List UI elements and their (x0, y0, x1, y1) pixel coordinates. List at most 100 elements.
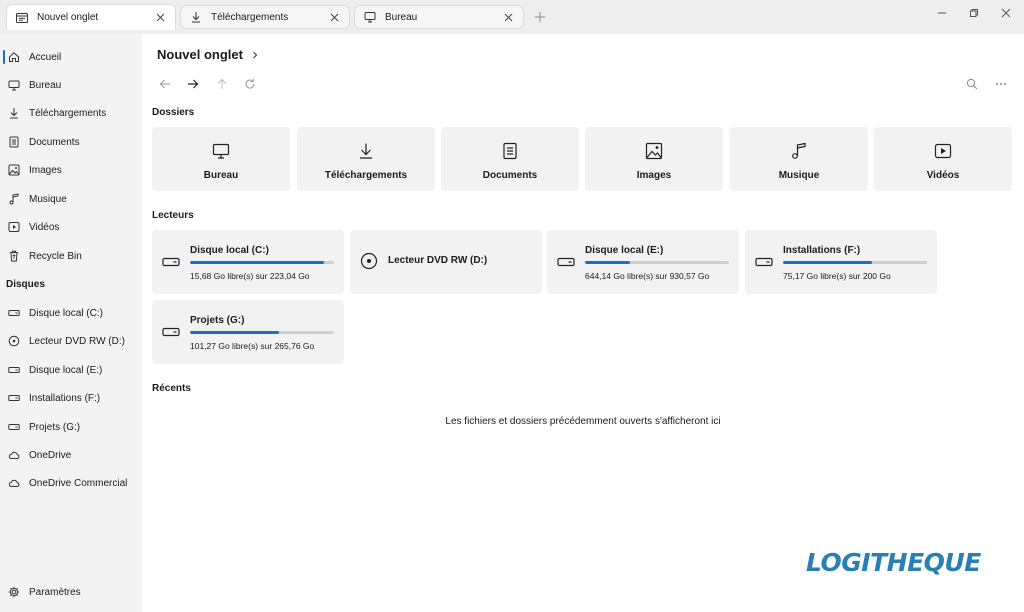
drive-name: Projets (G:) (190, 315, 245, 326)
tab-bureau[interactable]: Bureau (354, 5, 524, 29)
file-explorer-icon (15, 11, 29, 25)
tab-nouvel-onglet[interactable]: Nouvel onglet (6, 4, 176, 30)
drive-card-g[interactable]: Projets (G:) 101,27 Go libre(s) sur 265,… (152, 300, 344, 364)
video-icon (934, 142, 952, 160)
drive-icon (557, 256, 575, 268)
more-options-icon[interactable] (993, 76, 1009, 92)
folder-label: Vidéos (926, 170, 960, 181)
sidebar-item-recycle-bin[interactable]: Recycle Bin (0, 244, 142, 268)
dvd-icon (360, 252, 378, 270)
drive-name: Disque local (C:) (190, 245, 269, 256)
up-arrow-icon[interactable] (214, 76, 230, 92)
sidebar-item-label: Paramètres (29, 586, 81, 598)
title-bar: Nouvel onglet Téléchargements Bureau (0, 0, 1024, 34)
drive-space: 75,17 Go libre(s) sur 200 Go (783, 271, 891, 281)
drive-icon (755, 256, 773, 268)
home-icon (8, 51, 20, 63)
sidebar-item-images[interactable]: Images (0, 158, 142, 182)
folder-label: Téléchargements (324, 170, 408, 181)
sidebar-item-disk-c[interactable]: Disque local (C:) (0, 301, 142, 325)
drive-usage-bar (190, 331, 334, 334)
folder-label: Bureau (203, 170, 239, 181)
sidebar-item-label: Musique (29, 193, 67, 205)
drive-name: Disque local (E:) (585, 245, 664, 256)
download-icon (357, 142, 375, 160)
sidebar-item-telechargements[interactable]: Téléchargements (0, 101, 142, 125)
sidebar-item-label: Vidéos (29, 221, 60, 233)
sidebar-item-disk-f[interactable]: Installations (F:) (0, 386, 142, 410)
folder-card-images[interactable]: Images (585, 127, 723, 191)
sidebar-item-label: Installations (F:) (29, 392, 101, 404)
sidebar-item-onedrive-commercial[interactable]: OneDrive Commercial (0, 471, 142, 495)
breadcrumb-item[interactable]: Nouvel onglet (157, 47, 243, 62)
drive-name: Installations (F:) (783, 245, 861, 256)
drive-icon (8, 307, 20, 319)
drive-card-c[interactable]: Disque local (C:) 15,68 Go libre(s) sur … (152, 230, 344, 294)
drive-icon (162, 256, 180, 268)
sidebar-item-disk-g[interactable]: Projets (G:) (0, 415, 142, 439)
restore-icon[interactable] (966, 5, 982, 21)
tab-label: Nouvel onglet (37, 12, 99, 23)
drive-card-f[interactable]: Installations (F:) 75,17 Go libre(s) sur… (745, 230, 937, 294)
sidebar-item-label: OneDrive Commercial (29, 477, 128, 489)
image-icon (645, 142, 663, 160)
sidebar-item-accueil[interactable]: Accueil (0, 45, 142, 69)
sidebar-item-musique[interactable]: Musique (0, 187, 142, 211)
folder-card-documents[interactable]: Documents (441, 127, 579, 191)
refresh-icon[interactable] (242, 76, 258, 92)
search-icon[interactable] (964, 76, 980, 92)
music-icon (8, 193, 20, 205)
minimize-icon[interactable] (934, 5, 950, 21)
sidebar-item-dvd-d[interactable]: Lecteur DVD RW (D:) (0, 329, 142, 353)
document-icon (501, 142, 519, 160)
desktop-icon (212, 142, 230, 160)
new-tab-plus-icon[interactable] (532, 9, 548, 25)
section-title-recents: Récents (152, 383, 191, 394)
tab-label: Téléchargements (211, 11, 289, 23)
music-icon (790, 142, 808, 160)
drive-space: 101,27 Go libre(s) sur 265,76 Go (190, 341, 315, 351)
drive-usage-bar (585, 261, 729, 264)
document-icon (8, 136, 20, 148)
gear-icon (8, 586, 20, 598)
download-icon (189, 10, 203, 24)
back-arrow-icon[interactable] (157, 76, 173, 92)
desktop-icon (8, 79, 20, 91)
sidebar-item-documents[interactable]: Documents (0, 130, 142, 154)
sidebar-item-parametres[interactable]: Paramètres (0, 580, 142, 604)
sidebar-item-bureau[interactable]: Bureau (0, 73, 142, 97)
folder-card-telechargements[interactable]: Téléchargements (297, 127, 435, 191)
folder-card-videos[interactable]: Vidéos (874, 127, 1012, 191)
section-title-lecteurs: Lecteurs (152, 210, 194, 221)
drive-icon (162, 326, 180, 338)
sidebar-item-videos[interactable]: Vidéos (0, 215, 142, 239)
sidebar-item-label: Disque local (C:) (29, 307, 103, 319)
close-icon[interactable] (501, 10, 515, 24)
sidebar-item-disk-e[interactable]: Disque local (E:) (0, 358, 142, 382)
drive-space: 15,68 Go libre(s) sur 223,04 Go (190, 271, 310, 281)
sidebar-item-onedrive[interactable]: OneDrive (0, 443, 142, 467)
drive-usage-bar (190, 261, 334, 264)
tab-telechargements[interactable]: Téléchargements (180, 5, 350, 29)
folder-card-bureau[interactable]: Bureau (152, 127, 290, 191)
close-icon[interactable] (153, 11, 167, 25)
section-title-dossiers: Dossiers (152, 107, 195, 118)
close-icon[interactable] (327, 10, 341, 24)
sidebar-item-label: Disque local (E:) (29, 364, 103, 376)
drive-card-dvd-d[interactable]: Lecteur DVD RW (D:) (350, 230, 542, 294)
cloud-icon (8, 449, 20, 461)
folder-label: Musique (778, 170, 820, 181)
desktop-icon (363, 10, 377, 24)
drive-card-e[interactable]: Disque local (E:) 644,14 Go libre(s) sur… (547, 230, 739, 294)
folder-label: Documents (482, 170, 538, 181)
forward-arrow-icon[interactable] (185, 76, 201, 92)
image-icon (8, 164, 20, 176)
main-content: Nouvel onglet Dossiers Bureau Télécharge… (142, 34, 1024, 612)
close-window-icon[interactable] (998, 5, 1014, 21)
video-icon (8, 221, 20, 233)
sidebar-item-label: Bureau (29, 79, 62, 91)
recycle-bin-icon (8, 250, 20, 262)
folder-card-musique[interactable]: Musique (730, 127, 868, 191)
folder-label: Images (636, 170, 672, 181)
breadcrumb[interactable]: Nouvel onglet (157, 47, 259, 62)
